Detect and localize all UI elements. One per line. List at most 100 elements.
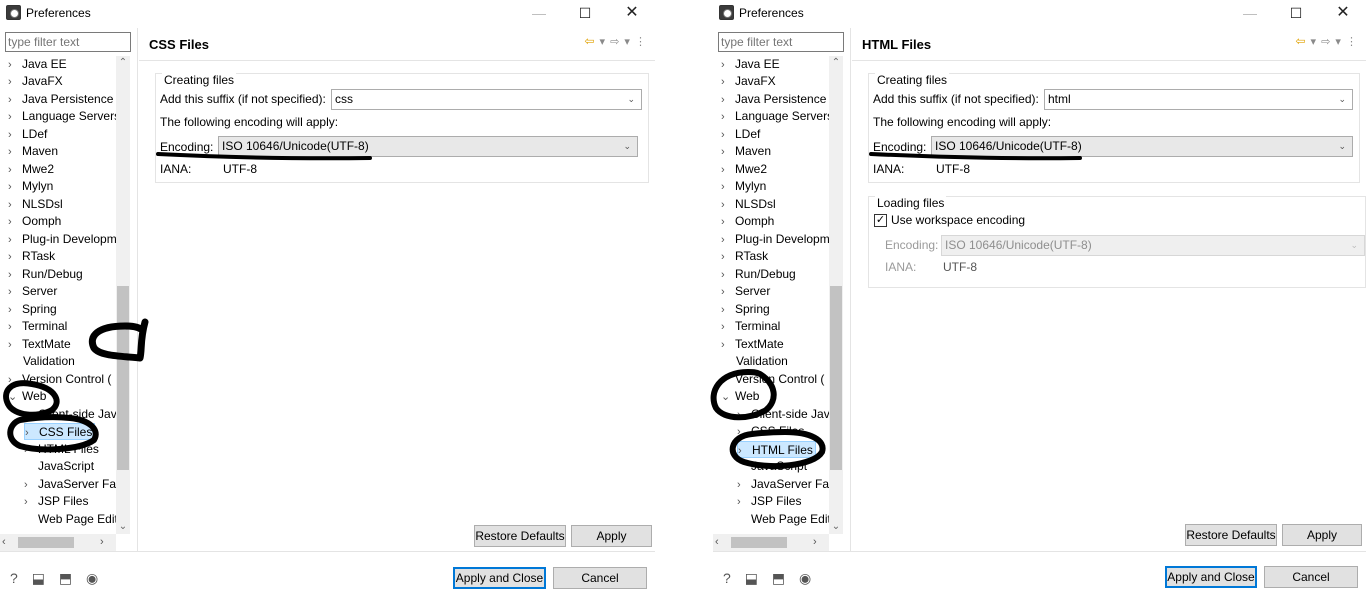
scrollbar-thumb[interactable]: [830, 286, 842, 470]
suffix-combo[interactable]: css ⌄: [331, 89, 642, 110]
tree-item-mylyn[interactable]: › Mylyn: [721, 178, 766, 195]
tree-item-javascript[interactable]: JavaScript: [38, 458, 94, 475]
tree-item-mwe2[interactable]: › Mwe2: [8, 161, 54, 178]
tree-item-terminal[interactable]: › Terminal: [8, 318, 67, 335]
expand-arrow-icon[interactable]: ›: [721, 372, 735, 389]
tree-item-nlsdsl[interactable]: › NLSDsl: [721, 196, 776, 213]
apply-and-close-button[interactable]: Apply and Close: [453, 567, 546, 589]
tree-item-ldef[interactable]: › LDef: [8, 126, 47, 143]
filter-input[interactable]: [718, 32, 844, 52]
tree-item-java-persistence[interactable]: › Java Persistence: [721, 91, 826, 108]
tree-item-javascript[interactable]: JavaScript: [751, 458, 807, 475]
tree-item-maven[interactable]: › Maven: [8, 143, 58, 160]
expand-arrow-icon[interactable]: ›: [738, 443, 752, 460]
expand-arrow-icon[interactable]: ›: [721, 284, 735, 301]
tree-item-server[interactable]: › Server: [721, 283, 770, 300]
tree-item-mylyn[interactable]: › Mylyn: [8, 178, 53, 195]
expand-arrow-icon[interactable]: ›: [8, 319, 22, 336]
back-arrow-icon[interactable]: ⇦: [584, 34, 595, 48]
expand-arrow-icon[interactable]: ›: [721, 214, 735, 231]
scroll-up-icon[interactable]: ⌃: [116, 56, 130, 70]
tree-item-client-side-javascript[interactable]: › Client-side Java: [24, 406, 116, 423]
tree-item-jsp-files[interactable]: › JSP Files: [24, 493, 88, 510]
expand-arrow-icon[interactable]: ›: [737, 424, 751, 441]
forward-arrow-icon[interactable]: ⇨: [610, 36, 620, 48]
expand-arrow-icon[interactable]: ›: [25, 425, 39, 442]
expand-arrow-icon[interactable]: ›: [721, 162, 735, 179]
expand-arrow-icon[interactable]: ›: [721, 267, 735, 284]
apply-button[interactable]: Apply: [571, 525, 652, 547]
scrollbar-thumb[interactable]: [731, 537, 787, 548]
tree-item-web[interactable]: ⌄ Web: [8, 388, 46, 405]
expand-arrow-icon[interactable]: ›: [8, 267, 22, 284]
tree-item-oomph[interactable]: › Oomph: [721, 213, 774, 230]
expand-arrow-icon[interactable]: ›: [8, 197, 22, 214]
use-workspace-encoding-label[interactable]: Use workspace encoding: [891, 213, 1025, 227]
collapse-arrow-icon[interactable]: ⌄: [721, 389, 735, 406]
tree-item-client-side-javascript[interactable]: › Client-side Java: [737, 406, 829, 423]
expand-arrow-icon[interactable]: ›: [8, 144, 22, 161]
expand-arrow-icon[interactable]: ›: [8, 302, 22, 319]
forward-arrow-icon[interactable]: ⇨: [1321, 36, 1331, 48]
tree-item-validation[interactable]: Validation: [736, 353, 788, 370]
tree-item-java-persistence[interactable]: › Java Persistence: [8, 91, 113, 108]
expand-arrow-icon[interactable]: ›: [8, 74, 22, 91]
close-icon[interactable]: ✕: [609, 2, 655, 24]
tree-item-html-files[interactable]: › HTML Files: [24, 441, 99, 458]
encoding-combo[interactable]: ISO 10646/Unicode(UTF-8) ⌄: [218, 136, 638, 157]
tree-item-validation[interactable]: Validation: [23, 353, 75, 370]
expand-arrow-icon[interactable]: ›: [721, 179, 735, 196]
cancel-button[interactable]: Cancel: [553, 567, 647, 589]
tree-item-java-ee[interactable]: › Java EE: [721, 56, 780, 73]
dropdown-icon[interactable]: ▾: [1311, 36, 1318, 48]
expand-arrow-icon[interactable]: ›: [737, 407, 751, 424]
encoding-combo[interactable]: ISO 10646/Unicode(UTF-8) ⌄: [931, 136, 1353, 157]
tree-item-java-ee[interactable]: › Java EE: [8, 56, 67, 73]
tree-item-server[interactable]: › Server: [8, 283, 57, 300]
oomph-icon[interactable]: ◉: [86, 570, 103, 586]
tree-item-spring[interactable]: › Spring: [721, 301, 770, 318]
tree-vertical-scrollbar[interactable]: ⌃ ⌄: [829, 56, 843, 534]
expand-arrow-icon[interactable]: ›: [721, 319, 735, 336]
expand-arrow-icon[interactable]: ›: [721, 109, 735, 126]
expand-arrow-icon[interactable]: ›: [8, 162, 22, 179]
expand-arrow-icon[interactable]: ›: [721, 232, 735, 249]
expand-arrow-icon[interactable]: ›: [24, 442, 38, 459]
scroll-down-icon[interactable]: ⌄: [116, 520, 130, 534]
tree-item-terminal[interactable]: › Terminal: [721, 318, 780, 335]
minimize-icon[interactable]: —: [1227, 2, 1273, 24]
expand-arrow-icon[interactable]: ›: [24, 407, 38, 424]
expand-arrow-icon[interactable]: ›: [8, 372, 22, 389]
tree-item-ldef[interactable]: › LDef: [721, 126, 760, 143]
help-icon[interactable]: ?: [723, 570, 736, 586]
expand-arrow-icon[interactable]: ›: [8, 284, 22, 301]
tree-item-web-page-editor[interactable]: Web Page Edit: [751, 511, 829, 528]
tree-item-web-page-editor[interactable]: Web Page Edit: [38, 511, 116, 528]
tree-item-version-control[interactable]: › Version Control (: [8, 371, 111, 388]
back-arrow-icon[interactable]: ⇦: [1295, 34, 1306, 48]
tree-vertical-scrollbar[interactable]: ⌃ ⌄: [116, 56, 130, 534]
expand-arrow-icon[interactable]: ›: [8, 337, 22, 354]
apply-button[interactable]: Apply: [1282, 524, 1362, 546]
expand-arrow-icon[interactable]: ›: [721, 302, 735, 319]
restore-defaults-button[interactable]: Restore Defaults: [1185, 524, 1277, 546]
apply-and-close-button[interactable]: Apply and Close: [1165, 566, 1257, 588]
tree-horizontal-scrollbar[interactable]: ‹ ›: [0, 534, 116, 551]
scroll-right-icon[interactable]: ›: [100, 534, 114, 551]
scrollbar-thumb[interactable]: [117, 286, 129, 470]
view-menu-icon[interactable]: ⋮: [635, 36, 647, 48]
expand-arrow-icon[interactable]: ›: [721, 127, 735, 144]
expand-arrow-icon[interactable]: ›: [8, 127, 22, 144]
chevron-down-icon[interactable]: ⌄: [627, 90, 635, 109]
restore-defaults-button[interactable]: Restore Defaults: [474, 525, 566, 547]
expand-arrow-icon[interactable]: ›: [721, 74, 735, 91]
expand-arrow-icon[interactable]: ›: [8, 179, 22, 196]
expand-arrow-icon[interactable]: ›: [721, 57, 735, 74]
dropdown-icon[interactable]: ▾: [600, 36, 607, 48]
expand-arrow-icon[interactable]: ›: [737, 494, 751, 511]
use-workspace-encoding-checkbox[interactable]: ✓: [874, 214, 887, 227]
expand-arrow-icon[interactable]: ›: [8, 232, 22, 249]
collapse-arrow-icon[interactable]: ⌄: [8, 389, 22, 406]
scrollbar-thumb[interactable]: [18, 537, 74, 548]
expand-arrow-icon[interactable]: ›: [721, 144, 735, 161]
